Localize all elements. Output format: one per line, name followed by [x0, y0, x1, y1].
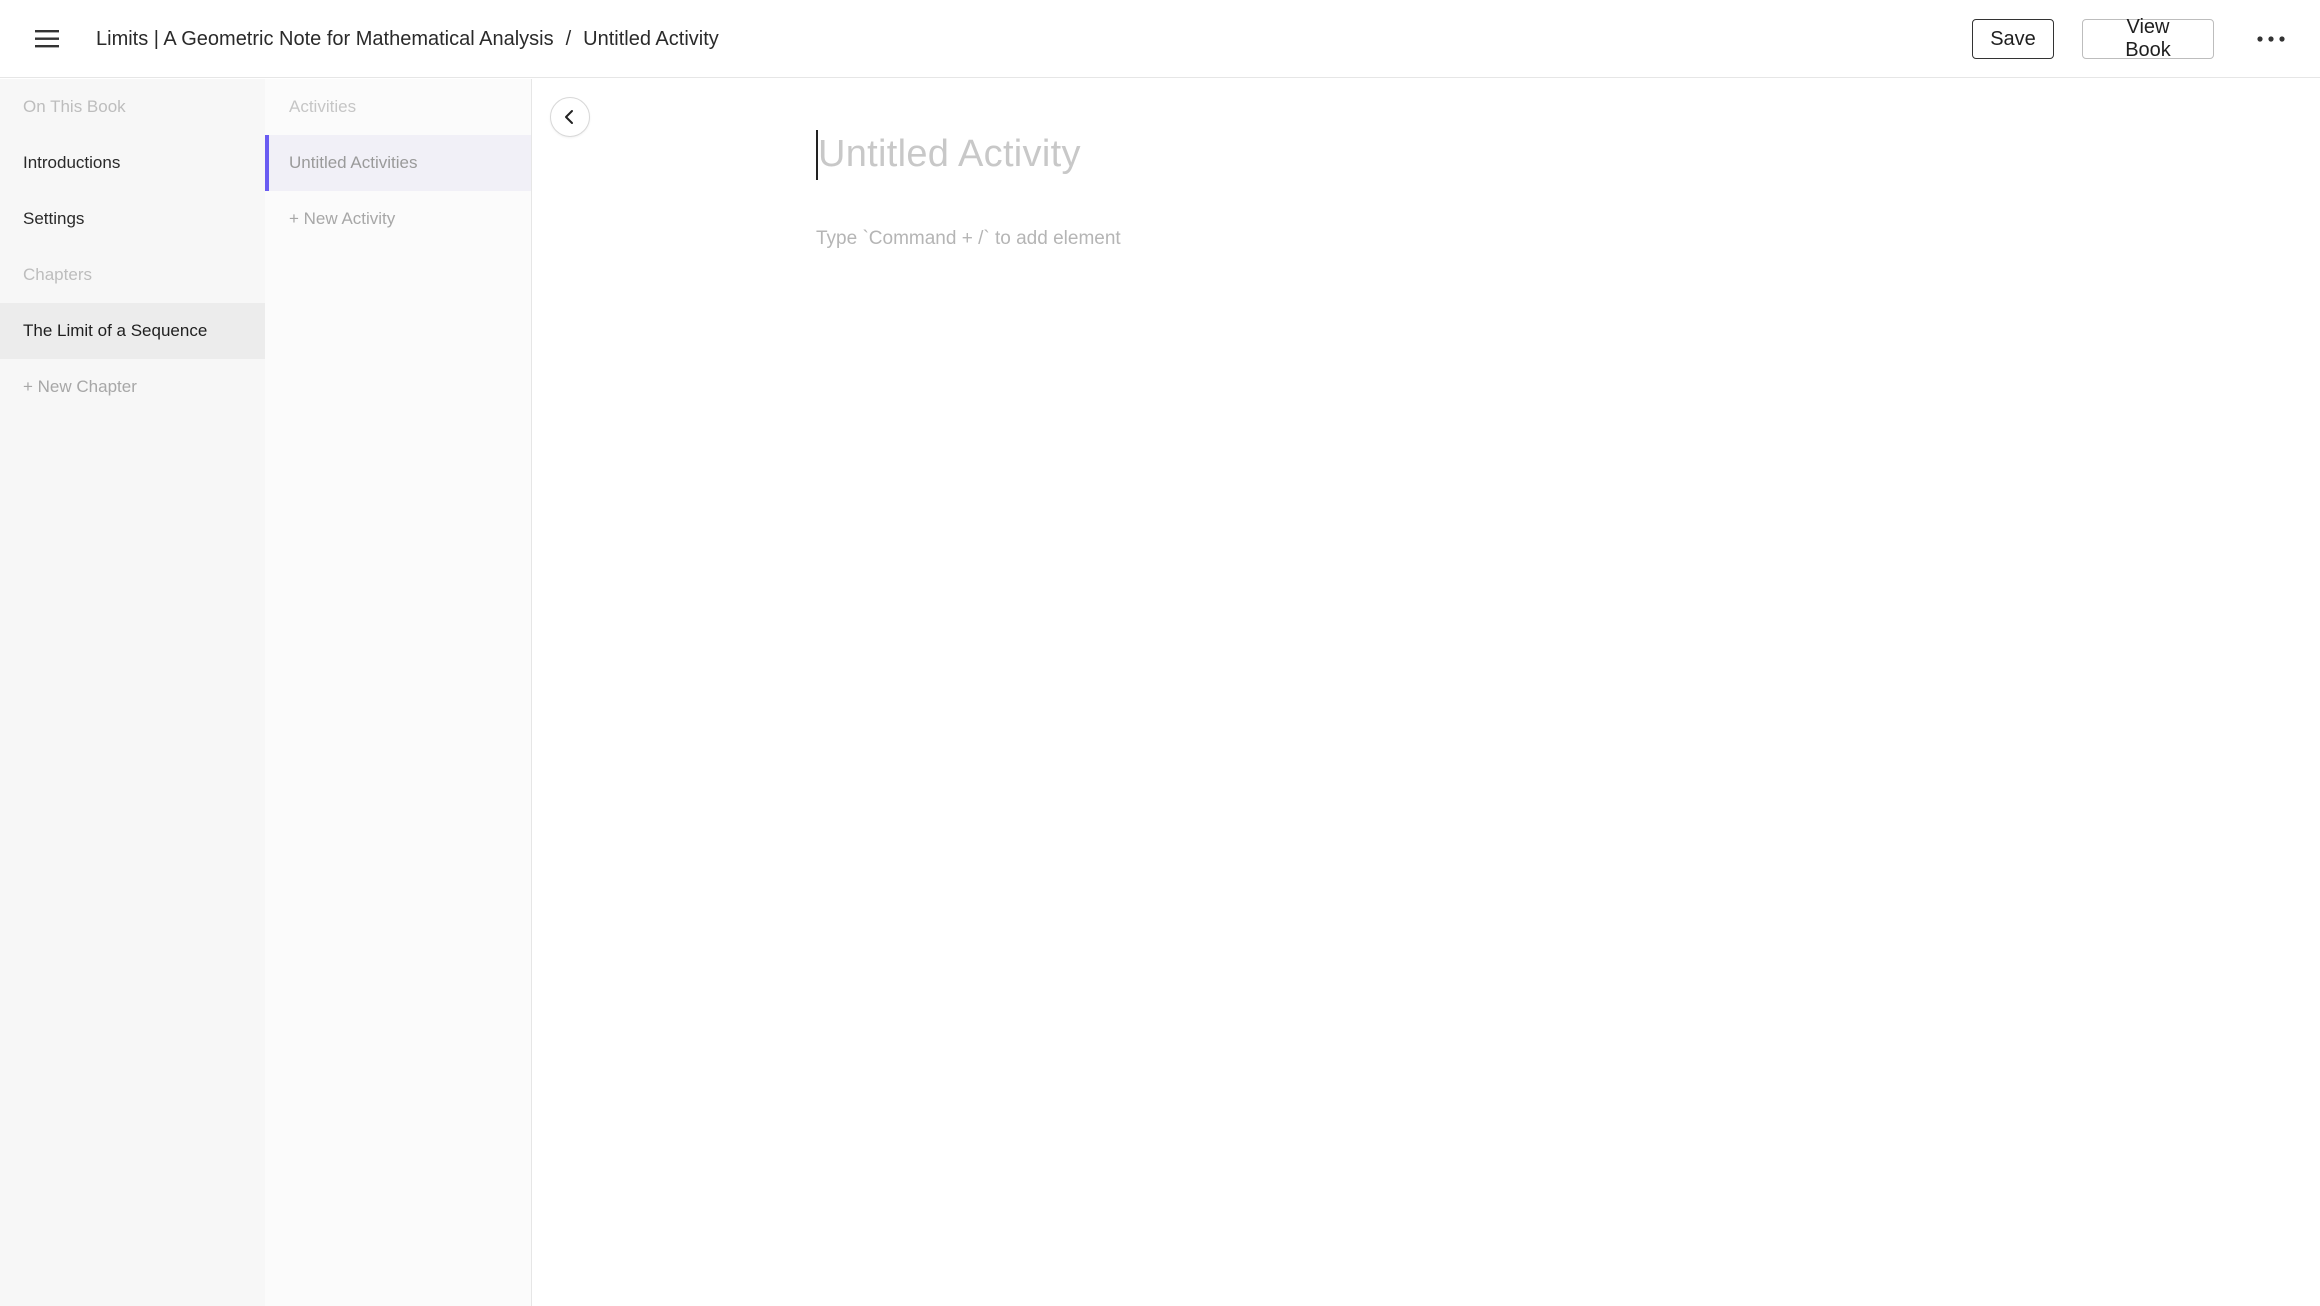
new-activity-button[interactable]: + New Activity — [265, 191, 531, 247]
breadcrumb-book-title[interactable]: Limits | A Geometric Note for Mathematic… — [96, 28, 554, 51]
chapter-item-limit-of-a-sequence[interactable]: The Limit of a Sequence — [0, 303, 265, 359]
activity-item-untitled[interactable]: Untitled Activities — [265, 135, 531, 191]
more-horizontal-icon[interactable] — [2250, 24, 2292, 54]
activities-panel: Activities Untitled Activities + New Act… — [265, 79, 532, 1306]
hamburger-menu-icon[interactable] — [30, 24, 66, 54]
view-book-button[interactable]: View Book — [2082, 16, 2214, 61]
section-on-this-book: On This Book — [23, 97, 126, 116]
activity-editor: Untitled Activity Type `Command + /` to … — [816, 128, 2116, 249]
breadcrumb-current: Untitled Activity — [583, 27, 719, 50]
editor-hint-text[interactable]: Type `Command + /` to add element — [816, 228, 1121, 250]
new-chapter-button[interactable]: + New Chapter — [0, 359, 265, 415]
sidebar-item-introductions[interactable]: Introductions — [0, 135, 265, 191]
activity-title-field[interactable]: Untitled Activity — [816, 128, 2116, 180]
breadcrumb: Limits | A Geometric Note for Mathematic… — [96, 24, 719, 54]
top-bar: Limits | A Geometric Note for Mathematic… — [0, 0, 2320, 78]
section-activities: Activities — [289, 97, 357, 116]
collapse-panel-button[interactable] — [550, 97, 590, 137]
save-button[interactable]: Save — [1972, 19, 2054, 59]
book-sidebar: On This Book Introductions Settings Chap… — [0, 79, 265, 1306]
section-chapters: Chapters — [23, 265, 92, 284]
chevron-left-icon — [565, 110, 573, 124]
breadcrumb-separator: / — [565, 27, 572, 50]
sidebar-item-settings[interactable]: Settings — [0, 191, 265, 247]
activity-title-placeholder[interactable]: Untitled Activity — [818, 128, 1081, 180]
